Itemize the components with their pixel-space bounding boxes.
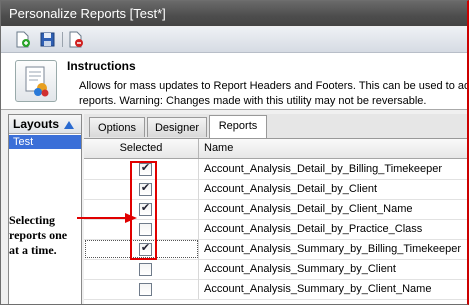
report-name: Account_Analysis_Detail_by_Client_Name bbox=[204, 203, 413, 215]
toolbar-separator bbox=[62, 32, 63, 47]
tab-designer[interactable]: Designer bbox=[147, 117, 207, 137]
selected-cell[interactable] bbox=[84, 279, 199, 299]
toolbar bbox=[1, 27, 467, 53]
column-header-selected[interactable]: Selected bbox=[84, 139, 199, 158]
tab-options[interactable]: Options bbox=[89, 117, 145, 137]
select-checkbox[interactable] bbox=[139, 283, 152, 296]
delete-icon[interactable] bbox=[67, 31, 84, 48]
selection-highlight-box bbox=[130, 161, 157, 260]
instructions-panel: Instructions Allows for mass updates to … bbox=[1, 53, 467, 110]
layouts-item[interactable]: Test bbox=[9, 135, 81, 149]
annotation-arrow-icon bbox=[77, 213, 137, 223]
save-icon[interactable] bbox=[39, 31, 56, 48]
report-name: Account_Analysis_Detail_by_Client bbox=[204, 183, 378, 195]
instructions-title: Instructions bbox=[67, 59, 136, 73]
window: Personalize Reports [Test*] Instructions… bbox=[0, 0, 469, 305]
annotation-text: Selecting reports one at a time. bbox=[9, 213, 77, 258]
tab-reports[interactable]: Reports bbox=[209, 115, 267, 138]
selected-cell[interactable] bbox=[84, 259, 199, 279]
new-report-icon[interactable] bbox=[14, 31, 31, 48]
instructions-line-1: Allows for mass updates to Report Header… bbox=[79, 80, 469, 92]
layouts-title: Layouts bbox=[13, 117, 60, 131]
layouts-panel: Layouts Test bbox=[8, 114, 82, 304]
report-name: Account_Analysis_Summary_by_Client bbox=[204, 263, 396, 275]
select-checkbox[interactable] bbox=[139, 263, 152, 276]
window-title: Personalize Reports [Test*] bbox=[1, 1, 467, 26]
instructions-text: Allows for mass updates to Report Header… bbox=[79, 79, 469, 109]
table-row[interactable]: Account_Analysis_Summary_by_Client bbox=[84, 259, 467, 280]
report-settings-icon bbox=[15, 60, 57, 102]
report-name: Account_Analysis_Detail_by_Billing_Timek… bbox=[204, 163, 443, 175]
report-name: Account_Analysis_Summary_by_Billing_Time… bbox=[204, 243, 461, 255]
report-name: Account_Analysis_Detail_by_Practice_Clas… bbox=[204, 223, 423, 235]
tab-strip: Options Designer Reports bbox=[84, 114, 467, 138]
sort-ascending-icon[interactable] bbox=[64, 116, 75, 134]
instructions-line-2: reports. Warning: Changes made with this… bbox=[79, 95, 427, 107]
report-name: Account_Analysis_Summary_by_Client_Name bbox=[204, 283, 432, 295]
column-header-name[interactable]: Name bbox=[204, 139, 233, 158]
layouts-header[interactable]: Layouts bbox=[9, 115, 81, 134]
grid-header: Selected Name bbox=[84, 139, 467, 159]
table-row[interactable]: Account_Analysis_Summary_by_Client_Name bbox=[84, 279, 467, 300]
